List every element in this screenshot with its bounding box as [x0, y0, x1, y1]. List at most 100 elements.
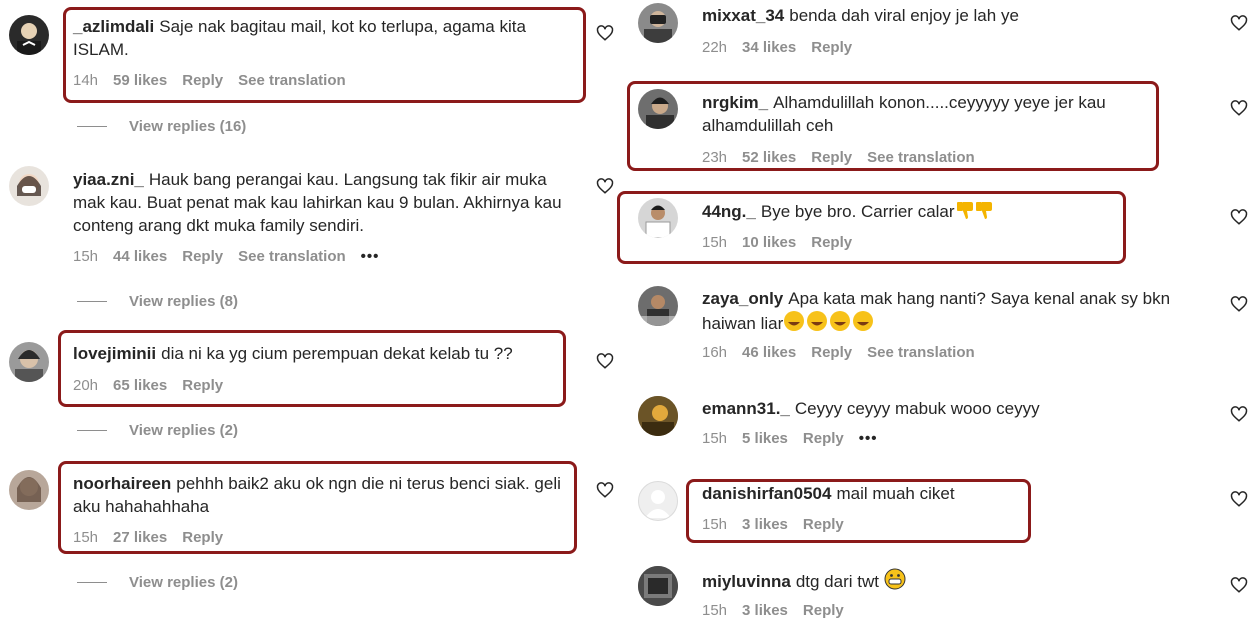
likes-count[interactable]: 52 likes: [742, 149, 796, 166]
username[interactable]: mixxat_34: [702, 6, 784, 25]
timestamp: 20h: [73, 377, 99, 394]
comment-text: benda dah viral enjoy je lah ye: [789, 6, 1019, 25]
likes-count[interactable]: 3 likes: [742, 602, 788, 619]
reply-button[interactable]: Reply: [803, 516, 844, 533]
comment-text: Bye bye bro. Carrier calar: [760, 202, 955, 221]
comment-text: dtg dari twt: [795, 572, 879, 591]
timestamp: 15h: [702, 602, 728, 619]
timestamp: 22h: [702, 39, 728, 56]
avatar[interactable]: [9, 166, 49, 206]
reply-button[interactable]: Reply: [182, 248, 223, 265]
likes-count[interactable]: 27 likes: [113, 529, 167, 546]
view-replies-button[interactable]: View replies (2): [77, 422, 238, 439]
username[interactable]: nrgkim_: [702, 93, 768, 112]
reply-button[interactable]: Reply: [811, 344, 852, 361]
timestamp: 15h: [702, 430, 728, 447]
username[interactable]: yiaa.zni_: [73, 170, 144, 189]
thumbs-down-emoji-icon: [955, 200, 993, 226]
likes-count[interactable]: 5 likes: [742, 430, 788, 447]
heart-icon[interactable]: [596, 481, 614, 499]
comment-meta: 15h 44 likes Reply See translation •••: [73, 248, 379, 265]
likes-count[interactable]: 46 likes: [742, 344, 796, 361]
heart-icon[interactable]: [1230, 576, 1248, 594]
comment-meta: 15h 27 likes Reply: [73, 529, 223, 546]
heart-icon[interactable]: [1230, 99, 1248, 117]
heart-icon[interactable]: [1230, 208, 1248, 226]
view-replies-label: View replies (2): [129, 422, 238, 439]
username[interactable]: miyluvinna: [702, 572, 791, 591]
grin-emoji-icon: [884, 568, 906, 596]
avatar[interactable]: [638, 566, 678, 606]
comment-meta: 23h 52 likes Reply See translation: [702, 149, 975, 166]
likes-count[interactable]: 10 likes: [742, 234, 796, 251]
divider-line: [77, 301, 107, 302]
username[interactable]: noorhaireen: [73, 474, 171, 493]
timestamp: 15h: [73, 529, 99, 546]
heart-icon[interactable]: [596, 352, 614, 370]
view-replies-label: View replies (16): [129, 118, 247, 135]
reply-button[interactable]: Reply: [811, 149, 852, 166]
more-options-button[interactable]: •••: [859, 430, 878, 447]
see-translation-button[interactable]: See translation: [867, 149, 975, 166]
timestamp: 15h: [73, 248, 99, 265]
username[interactable]: 44ng._: [702, 202, 756, 221]
reply-button[interactable]: Reply: [803, 430, 844, 447]
username[interactable]: _azlimdali: [73, 17, 154, 36]
see-translation-button[interactable]: See translation: [867, 344, 975, 361]
likes-count[interactable]: 3 likes: [742, 516, 788, 533]
avatar[interactable]: [638, 481, 678, 521]
avatar[interactable]: [9, 15, 49, 55]
heart-icon[interactable]: [1230, 490, 1248, 508]
heart-icon[interactable]: [1230, 14, 1248, 32]
username[interactable]: zaya_only: [702, 289, 783, 308]
comment-meta: 22h 34 likes Reply: [702, 39, 852, 56]
see-translation-button[interactable]: See translation: [238, 72, 346, 89]
avatar[interactable]: [9, 342, 49, 382]
comment-text: dia ni ka yg cium perempuan dekat kelab …: [161, 344, 513, 363]
comment-meta: 15h 3 likes Reply: [702, 602, 844, 619]
view-replies-button[interactable]: View replies (8): [77, 293, 238, 310]
view-replies-button[interactable]: View replies (16): [77, 118, 246, 135]
reply-button[interactable]: Reply: [803, 602, 844, 619]
laughing-emoji-icon: [783, 310, 877, 338]
likes-count[interactable]: 34 likes: [742, 39, 796, 56]
comment-meta: 15h 10 likes Reply: [702, 234, 852, 251]
more-options-button[interactable]: •••: [361, 248, 380, 265]
comment-text: Hauk bang perangai kau. Langsung tak fik…: [73, 170, 562, 235]
likes-count[interactable]: 44 likes: [113, 248, 167, 265]
heart-icon[interactable]: [1230, 295, 1248, 313]
reply-button[interactable]: Reply: [182, 377, 223, 394]
comment-meta: 15h 3 likes Reply: [702, 516, 844, 533]
timestamp: 14h: [73, 72, 99, 89]
avatar[interactable]: [638, 89, 678, 129]
heart-icon[interactable]: [596, 177, 614, 195]
comment-meta: 14h 59 likes Reply See translation: [73, 72, 346, 89]
comment-text: mail muah ciket: [836, 484, 955, 503]
reply-button[interactable]: Reply: [182, 72, 223, 89]
avatar[interactable]: [638, 286, 678, 326]
reply-button[interactable]: Reply: [811, 234, 852, 251]
avatar[interactable]: [638, 3, 678, 43]
heart-icon[interactable]: [1230, 405, 1248, 423]
comment-text: Ceyyy ceyyy mabuk wooo ceyyy: [794, 399, 1040, 418]
likes-count[interactable]: 59 likes: [113, 72, 167, 89]
avatar[interactable]: [9, 470, 49, 510]
see-translation-button[interactable]: See translation: [238, 248, 346, 265]
username[interactable]: emann31._: [702, 399, 790, 418]
timestamp: 23h: [702, 149, 728, 166]
reply-button[interactable]: Reply: [811, 39, 852, 56]
username[interactable]: lovejiminii: [73, 344, 156, 363]
heart-icon[interactable]: [596, 24, 614, 42]
likes-count[interactable]: 65 likes: [113, 377, 167, 394]
timestamp: 15h: [702, 516, 728, 533]
view-replies-button[interactable]: View replies (2): [77, 574, 238, 591]
username[interactable]: danishirfan0504: [702, 484, 831, 503]
reply-button[interactable]: Reply: [182, 529, 223, 546]
avatar[interactable]: [638, 396, 678, 436]
comment-meta: 16h 46 likes Reply See translation: [702, 344, 975, 361]
avatar[interactable]: [638, 198, 678, 238]
comment-meta: 20h 65 likes Reply: [73, 377, 223, 394]
divider-line: [77, 430, 107, 431]
comments-screenshot: _azlimdali Saje nak bagitau mail, kot ko …: [0, 0, 1260, 620]
timestamp: 15h: [702, 234, 728, 251]
